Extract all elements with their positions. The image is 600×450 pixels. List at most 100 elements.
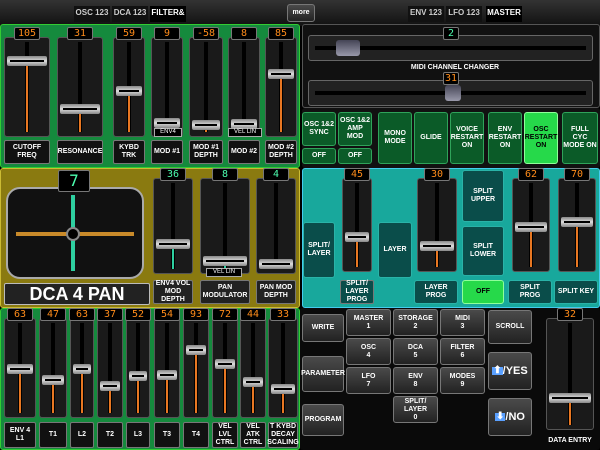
keypad-key[interactable]: MASTER 1 xyxy=(346,309,391,336)
slider[interactable] xyxy=(268,318,298,418)
slider-knob[interactable] xyxy=(100,381,120,392)
tab-filter-[interactable]: FILTER& xyxy=(150,6,186,22)
slider[interactable] xyxy=(97,318,123,418)
keypad-key[interactable]: OSC 4 xyxy=(346,338,391,365)
tab-dca-123[interactable]: DCA 123 xyxy=(112,6,148,22)
slider-knob[interactable] xyxy=(42,374,64,385)
keypad-key[interactable]: DCA 5 xyxy=(393,338,438,365)
keypad-key[interactable]: STORAGE 2 xyxy=(393,309,438,336)
slider-knob[interactable] xyxy=(154,118,180,129)
toggle-env-restart-on[interactable]: ENV RESTART ON xyxy=(488,112,522,164)
slider-knob[interactable] xyxy=(7,364,33,375)
slider-label: T4 xyxy=(183,422,209,448)
split-upper-button[interactable]: SPLIT UPPER xyxy=(462,170,504,222)
pan-pad[interactable] xyxy=(6,187,144,279)
slider-label: T1 xyxy=(39,422,67,448)
toggle-state[interactable]: OFF xyxy=(302,148,336,164)
scroll-button[interactable]: SCROLL xyxy=(488,310,532,344)
slider[interactable] xyxy=(153,178,193,274)
slider-knob[interactable] xyxy=(259,258,293,269)
keypad-program[interactable]: PROGRAM xyxy=(302,404,344,436)
slider-value: 8 xyxy=(231,27,257,40)
tab-env-123[interactable]: ENV 123 xyxy=(408,6,444,22)
split-lower-button[interactable]: SPLIT LOWER xyxy=(462,226,504,276)
toggle-voice-restart-on[interactable]: VOICE RESTART ON xyxy=(450,112,484,164)
slider[interactable] xyxy=(4,37,50,137)
slider-knob[interactable] xyxy=(345,232,369,243)
slider-knob[interactable] xyxy=(203,256,247,267)
tab-osc-123[interactable]: OSC 123 xyxy=(74,6,110,22)
slider[interactable] xyxy=(256,178,296,274)
keypad-key[interactable]: LFO 7 xyxy=(346,367,391,394)
off-button[interactable]: OFF xyxy=(462,280,504,304)
toggle-osc-1-2-amp-mod[interactable]: OSC 1&2 AMP MOD xyxy=(338,112,372,146)
slider-knob[interactable] xyxy=(186,344,206,355)
toggle-glide[interactable]: GLIDE xyxy=(414,112,448,164)
keypad-key[interactable]: SPLIT/ LAYER 0 xyxy=(393,396,438,423)
slider[interactable] xyxy=(512,178,550,272)
slider[interactable] xyxy=(228,37,260,137)
midi-knob-2[interactable] xyxy=(445,85,461,101)
slider[interactable] xyxy=(39,318,67,418)
keypad-parameter[interactable]: PARAMETER xyxy=(301,356,345,392)
slider-knob[interactable] xyxy=(116,85,142,96)
slider[interactable] xyxy=(4,318,36,418)
midi-knob[interactable] xyxy=(336,40,360,56)
tab-master[interactable]: MASTER xyxy=(486,6,522,22)
no-button[interactable]: ⬇/NO xyxy=(488,398,532,436)
toggle-osc-restart-on[interactable]: OSC RESTART ON xyxy=(524,112,558,164)
toggle-osc-1-2-sync[interactable]: OSC 1&2 SYNC xyxy=(302,112,336,146)
slider[interactable] xyxy=(212,318,238,418)
slider-fill xyxy=(530,226,532,267)
yes-button[interactable]: ⬆/YES xyxy=(488,352,532,390)
slider-knob[interactable] xyxy=(243,376,263,387)
slider[interactable] xyxy=(558,178,596,272)
slider-knob[interactable] xyxy=(156,238,190,249)
keypad-key[interactable]: MODES 9 xyxy=(440,367,485,394)
slider-knob[interactable] xyxy=(561,217,593,228)
slider[interactable] xyxy=(113,37,145,137)
slider[interactable] xyxy=(417,178,457,272)
toggle-full-cyc-mode-on[interactable]: FULL CYC MODE ON xyxy=(562,112,598,164)
layer-button[interactable]: LAYER xyxy=(378,222,412,278)
slider-knob[interactable] xyxy=(60,103,100,114)
split-prog-button[interactable]: SPLIT PROG xyxy=(508,280,552,304)
slider-knob[interactable] xyxy=(129,371,147,382)
slider-knob[interactable] xyxy=(549,393,591,404)
slider[interactable] xyxy=(57,37,103,137)
slider-knob[interactable] xyxy=(73,364,91,375)
slider[interactable] xyxy=(265,37,297,137)
slider[interactable] xyxy=(154,318,180,418)
slider[interactable] xyxy=(189,37,223,137)
toggle-mono-mode[interactable]: MONO MODE xyxy=(378,112,412,164)
slider-knob[interactable] xyxy=(268,69,294,80)
slider[interactable] xyxy=(126,318,150,418)
pan-knob[interactable] xyxy=(66,227,80,241)
slider[interactable] xyxy=(70,318,94,418)
keypad-key[interactable]: ENV 8 xyxy=(393,367,438,394)
slider[interactable] xyxy=(183,318,209,418)
layer-prog-button[interactable]: LAYER PROG xyxy=(414,280,458,304)
yes-label: /YES xyxy=(502,365,528,377)
slider-knob[interactable] xyxy=(420,241,454,252)
split-key-button[interactable]: SPLIT KEY xyxy=(554,280,598,304)
slider-knob[interactable] xyxy=(7,56,47,67)
split-layer-button[interactable]: SPLIT/ LAYER xyxy=(303,222,335,278)
slider-knob[interactable] xyxy=(192,120,220,131)
keypad-key[interactable]: FILTER 6 xyxy=(440,338,485,365)
more-button[interactable]: more xyxy=(287,4,315,22)
slider[interactable] xyxy=(342,178,372,272)
toggle-state[interactable]: OFF xyxy=(338,148,372,164)
slider-knob[interactable] xyxy=(215,358,235,369)
slider[interactable] xyxy=(200,178,250,274)
slider[interactable] xyxy=(151,37,183,137)
slider-knob[interactable] xyxy=(157,370,177,381)
slider-knob[interactable] xyxy=(271,383,295,394)
pan-title: DCA 4 PAN xyxy=(4,283,150,305)
slider[interactable] xyxy=(546,318,594,430)
keypad-key[interactable]: MIDI 3 xyxy=(440,309,485,336)
keypad-write[interactable]: WRITE xyxy=(302,314,344,342)
tab-lfo-123[interactable]: LFO 123 xyxy=(446,6,482,22)
slider[interactable] xyxy=(240,318,266,418)
slider-knob[interactable] xyxy=(515,221,547,232)
